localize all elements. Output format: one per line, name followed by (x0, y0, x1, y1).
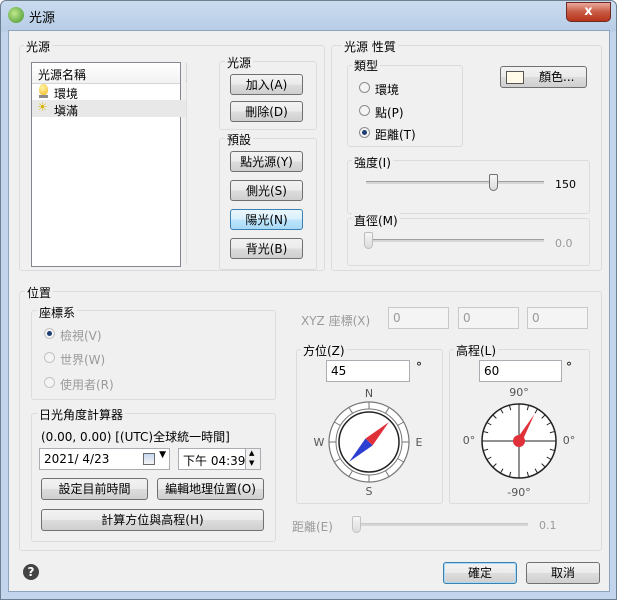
location-text: (0.00, 0.00) [(UTC)全球統一時間] (41, 430, 230, 444)
calculate-button[interactable]: 計算方位與高程(H) (41, 509, 264, 531)
list-header-label: 光源名稱 (38, 68, 87, 82)
delete-button[interactable]: 刪除(D) (230, 101, 303, 122)
bulb-icon (39, 84, 48, 95)
compass-s: S (366, 485, 373, 498)
point-light-button[interactable]: 點光源(Y) (230, 151, 303, 172)
intensity-label: 強度(I) (352, 154, 393, 171)
xyz-label: XYZ 座標(X) (301, 314, 371, 328)
set-current-time-button[interactable]: 設定目前時間 (41, 478, 148, 500)
y-coordinate-field[interactable]: 0 (458, 307, 519, 329)
elev-bottom-label: -90° (507, 486, 530, 498)
time-picker[interactable]: 下午 04:39:: ▲ ▼ (178, 448, 261, 470)
azimuth-degree-symbol: ° (416, 360, 422, 374)
dialog-client: 光源 光源名稱 環境 ☀ 塡滿 光源 加入(A) 刪除(D) 預設 點光源(Y)… (8, 30, 610, 592)
position-group-label: 位置 (25, 284, 54, 301)
x-coordinate-field[interactable]: 0 (388, 307, 449, 329)
sunlight-button[interactable]: 陽光(N) (230, 209, 303, 230)
distance-value: 0.1 (539, 519, 557, 532)
intensity-slider-thumb[interactable] (488, 174, 498, 191)
sun-icon: ☀ (37, 100, 48, 114)
side-light-button[interactable]: 側光(S) (230, 180, 303, 201)
add-button[interactable]: 加入(A) (230, 74, 303, 95)
light-source-group-label: 光源 (24, 38, 53, 55)
dialog-window: 光源 x 光源 光源名稱 環境 ☀ 塡滿 光源 加入(A) 刪除(D) 預設 點… (0, 0, 617, 600)
list-item-label: 塡滿 (54, 104, 79, 118)
intensity-slider-track[interactable] (366, 181, 544, 184)
calendar-icon[interactable] (143, 453, 155, 465)
azimuth-label: 方位(Z) (301, 342, 347, 359)
ok-button[interactable]: 確定 (443, 562, 517, 584)
light-list[interactable]: 光源名稱 環境 ☀ 塡滿 (31, 62, 187, 267)
edit-location-button[interactable]: 編輯地理位置(O) (157, 478, 264, 500)
elevation-needle-hub (513, 435, 525, 447)
chevron-down-icon[interactable]: ▼ (159, 450, 166, 460)
window-title: 光源 (29, 11, 56, 26)
color-button[interactable]: 顏色... (500, 66, 587, 88)
color-button-label: 顏色... (539, 70, 575, 84)
distance-slider-track[interactable] (354, 523, 528, 526)
elevation-degree-symbol: ° (566, 360, 572, 374)
time-value: 下午 04:39:: (183, 454, 254, 468)
diameter-label: 直徑(M) (352, 212, 400, 229)
elevation-field[interactable]: 60 (479, 360, 562, 382)
compass-w: W (314, 436, 325, 449)
type-group-label: 類型 (352, 57, 381, 74)
presets-label: 預設 (225, 131, 254, 148)
app-icon (8, 7, 24, 23)
properties-group-label: 光源 性質 (342, 38, 398, 55)
spin-down-icon[interactable]: ▼ (249, 459, 254, 467)
help-icon[interactable]: ? (23, 564, 39, 580)
diameter-slider-track[interactable] (366, 239, 544, 242)
list-item-selected[interactable]: ☀ 塡滿 (32, 100, 187, 118)
sun-calc-label: 日光角度計算器 (37, 406, 126, 423)
title-bar: 光源 x (1, 1, 616, 29)
color-swatch (506, 71, 524, 84)
spin-up-icon[interactable]: ▲ (249, 449, 254, 457)
back-light-button[interactable]: 背光(B) (230, 238, 303, 259)
distance-label: 距離(E) (292, 520, 333, 534)
azimuth-field[interactable]: 45 (326, 360, 410, 382)
cancel-button[interactable]: 取消 (526, 562, 600, 584)
list-header[interactable]: 光源名稱 (32, 63, 187, 84)
coord-group-label: 座標系 (37, 304, 78, 321)
azimuth-compass[interactable]: N S E W (307, 386, 431, 498)
elevation-dial[interactable]: 90° -90° 0° 0° (456, 386, 582, 498)
compass-n: N (365, 387, 373, 400)
elevation-label: 高程(L) (454, 342, 499, 359)
elev-right-label: 0° (563, 434, 576, 447)
list-item[interactable]: 環境 (32, 83, 187, 101)
diameter-value: 0.0 (555, 237, 573, 250)
intensity-value: 150 (555, 178, 576, 191)
distance-slider-thumb[interactable] (352, 516, 361, 533)
date-value: 2021/ 4/23 (44, 452, 110, 466)
time-spinner[interactable]: ▲ ▼ (245, 449, 260, 469)
date-picker[interactable]: 2021/ 4/23 ▼ (39, 448, 170, 470)
source-buttons-label: 光源 (225, 54, 254, 71)
elev-top-label: 90° (509, 386, 529, 399)
close-button[interactable]: x (566, 2, 611, 22)
z-coordinate-field[interactable]: 0 (527, 307, 588, 329)
elev-left-label: 0° (463, 434, 476, 447)
diameter-slider-thumb[interactable] (364, 232, 373, 249)
compass-e: E (416, 436, 423, 449)
